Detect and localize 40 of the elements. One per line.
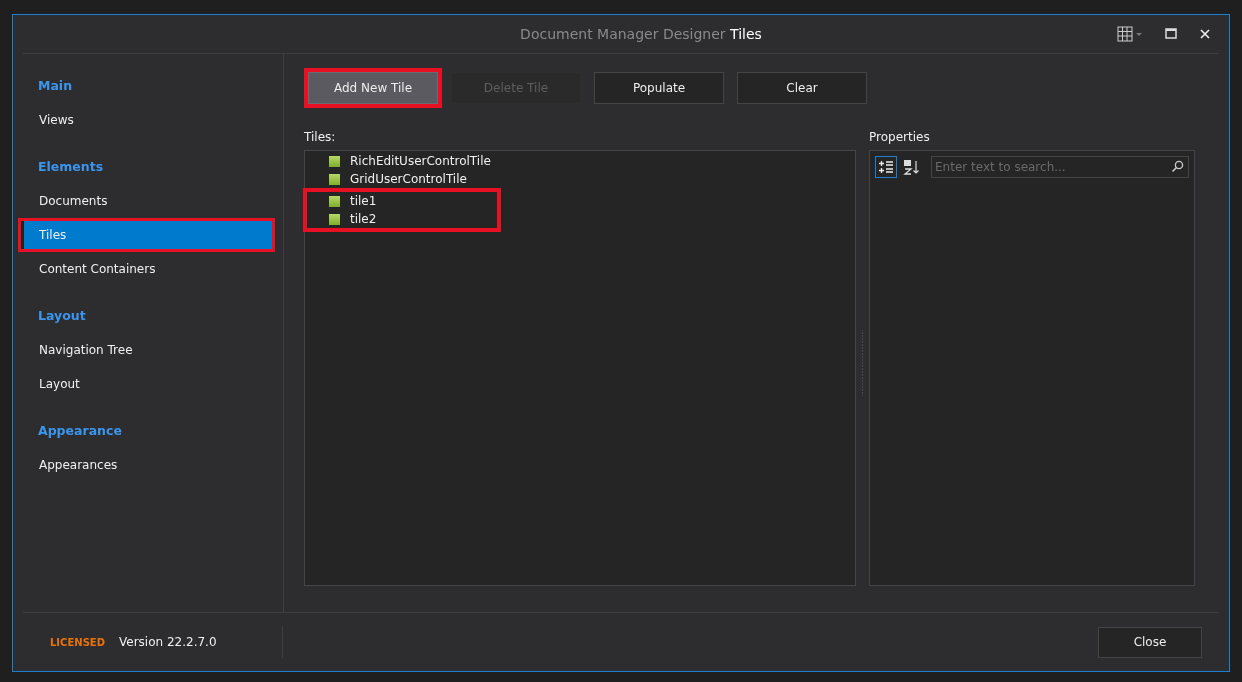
tile-row[interactable]: GridUserControlTile — [303, 170, 501, 188]
sort-alphabetical-icon — [903, 159, 921, 175]
section-heading: Elements — [37, 158, 105, 176]
tiles-label: Tiles: — [304, 130, 337, 144]
tile-row[interactable]: tile1 — [303, 188, 501, 210]
properties-label: Properties — [869, 130, 931, 144]
tile-icon — [329, 195, 340, 207]
license-status: LICENSED — [50, 636, 105, 648]
tile-icon — [329, 155, 340, 167]
sidebar-item[interactable]: Appearances — [21, 451, 272, 479]
sidebar-item[interactable]: Navigation Tree — [21, 336, 272, 364]
tile-name: RichEditUserControlTile — [350, 154, 491, 168]
section-heading: Appearance — [37, 422, 123, 440]
sidebar-item[interactable]: Tiles — [21, 221, 272, 249]
tile-name: GridUserControlTile — [350, 172, 467, 186]
toolbar-button[interactable]: Add New Tile — [308, 72, 438, 104]
toolbar-button[interactable]: Clear — [737, 72, 867, 104]
tile-name: tile2 — [350, 212, 377, 226]
tile-row[interactable]: tile2 — [303, 210, 501, 232]
section-heading: Layout — [37, 307, 87, 325]
tile-row[interactable]: RichEditUserControlTile — [303, 152, 501, 170]
categorized-button[interactable] — [875, 156, 897, 178]
tile-icon — [329, 213, 340, 225]
tile-name: tile1 — [350, 194, 377, 208]
maximize-icon — [1165, 28, 1177, 40]
window-title: Document Manager Designer Tiles — [519, 26, 763, 42]
version-label: Version 22.2.7.0 — [118, 635, 217, 649]
sidebar-item[interactable]: Documents — [21, 187, 272, 215]
sidebar-item[interactable]: Content Containers — [21, 255, 272, 283]
grid-icon — [1117, 26, 1143, 42]
toolbar-button[interactable]: Populate — [594, 72, 724, 104]
section-heading: Main — [37, 77, 74, 95]
search-icon — [1171, 160, 1184, 173]
close-button[interactable]: Close — [1098, 626, 1202, 658]
sidebar-item[interactable]: Layout — [21, 370, 272, 398]
search-field[interactable]: Enter text to search... — [931, 156, 1189, 178]
tile-icon — [329, 173, 340, 185]
categorized-icon — [878, 160, 894, 174]
close-icon — [1199, 28, 1211, 40]
sidebar-item[interactable]: Views — [21, 106, 272, 134]
